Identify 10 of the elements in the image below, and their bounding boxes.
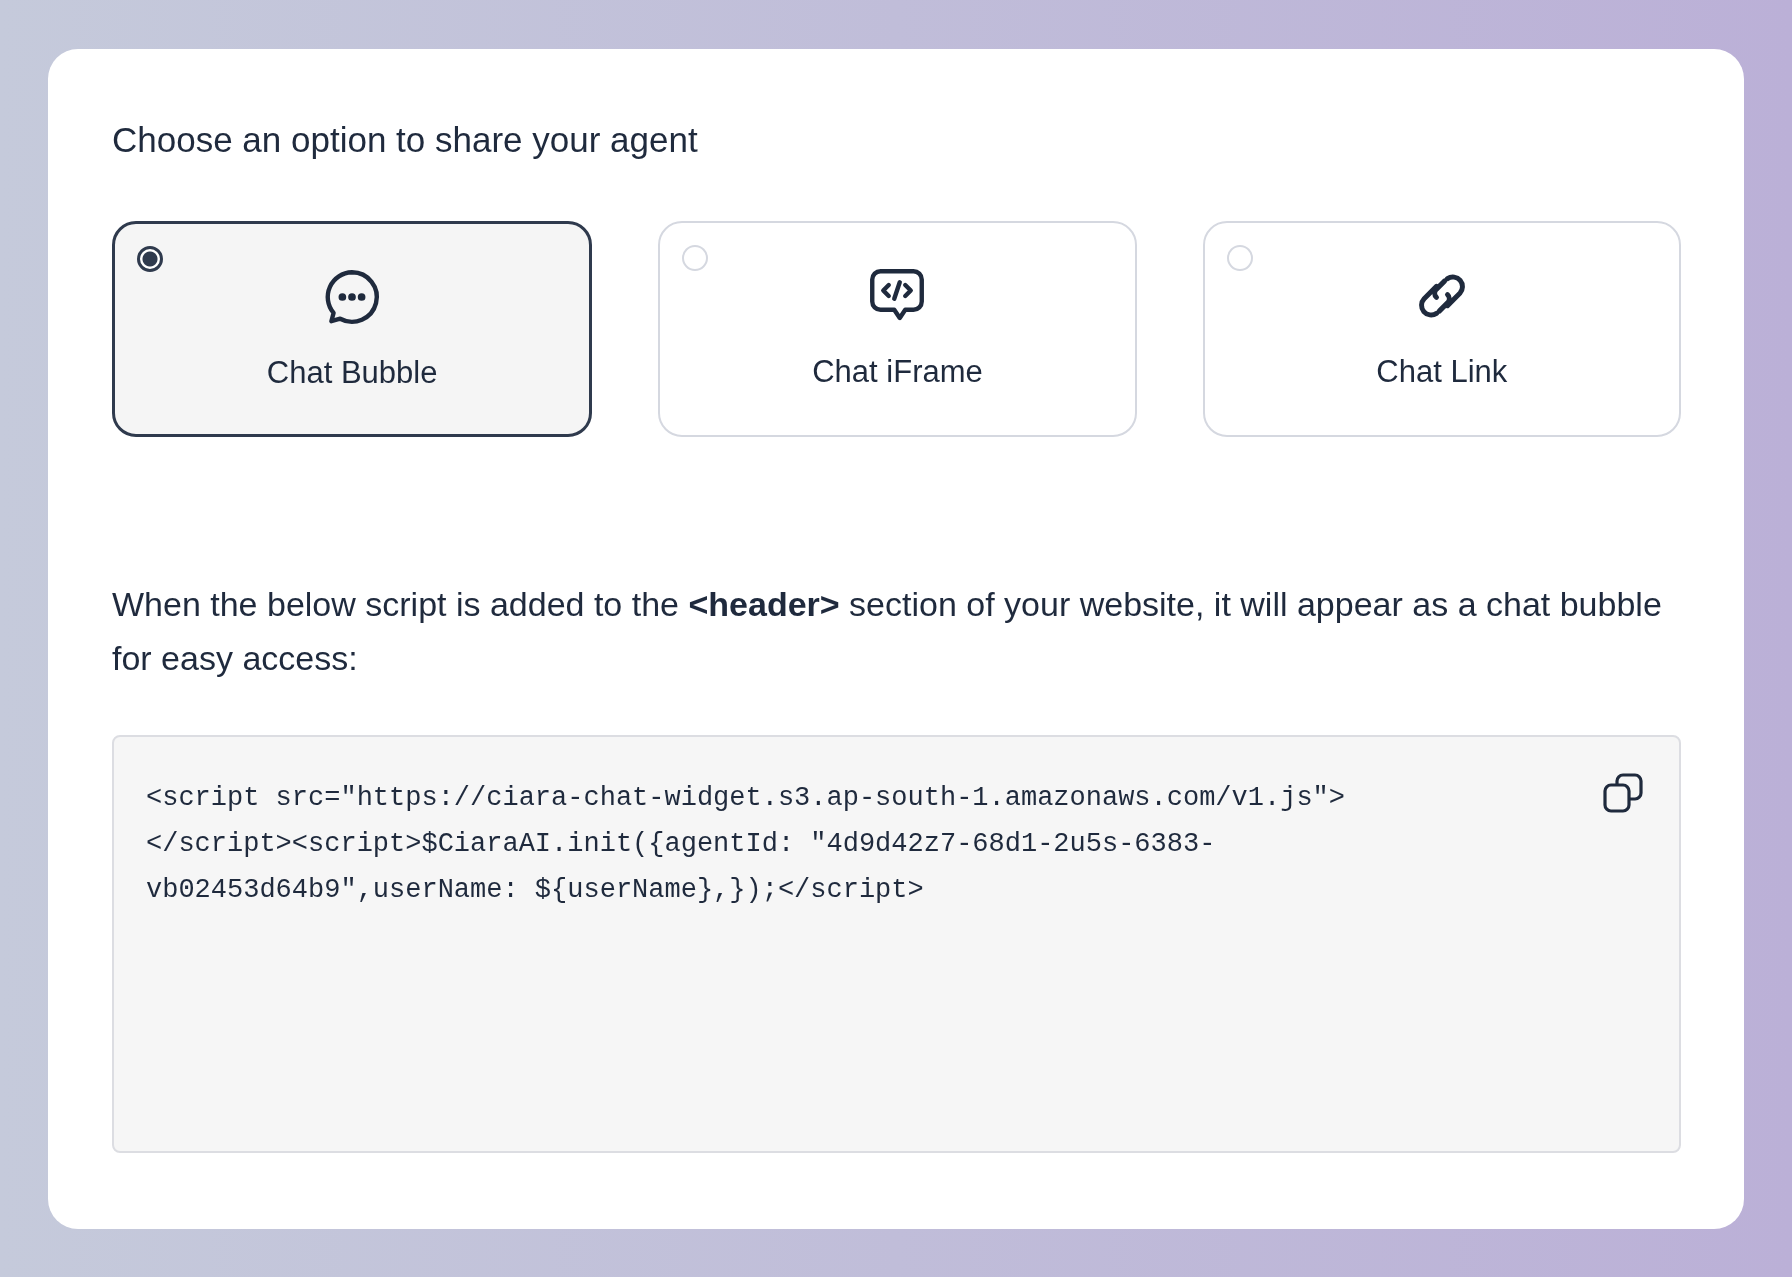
option-label: Chat Link — [1376, 353, 1508, 391]
code-snippet: <script src="https://ciara-chat-widget.s3.ap-south-1.amazonaws.com/v1.js"></script><script>$CiaraAI.init({agentId: "4d9d42z7-68d1-2u5s-6383-vb02453d64b9",userName: ${userName},});</script> — [146, 782, 1346, 907]
description: When the below script is added to the <header> section of your website, it will appear as a chat bubble for easy access: — [112, 584, 1663, 679]
share-option[interactable]: Chat Bubble — [112, 221, 593, 437]
option-label: Chat Bubble — [266, 354, 438, 392]
heading: Choose an option to share your agent — [112, 119, 699, 161]
option-label: Chat iFrame — [812, 353, 983, 391]
share-option[interactable]: Chat iFrame — [658, 221, 1137, 437]
radio-button[interactable] — [137, 246, 163, 272]
share-option[interactable]: Chat Link — [1202, 221, 1681, 437]
